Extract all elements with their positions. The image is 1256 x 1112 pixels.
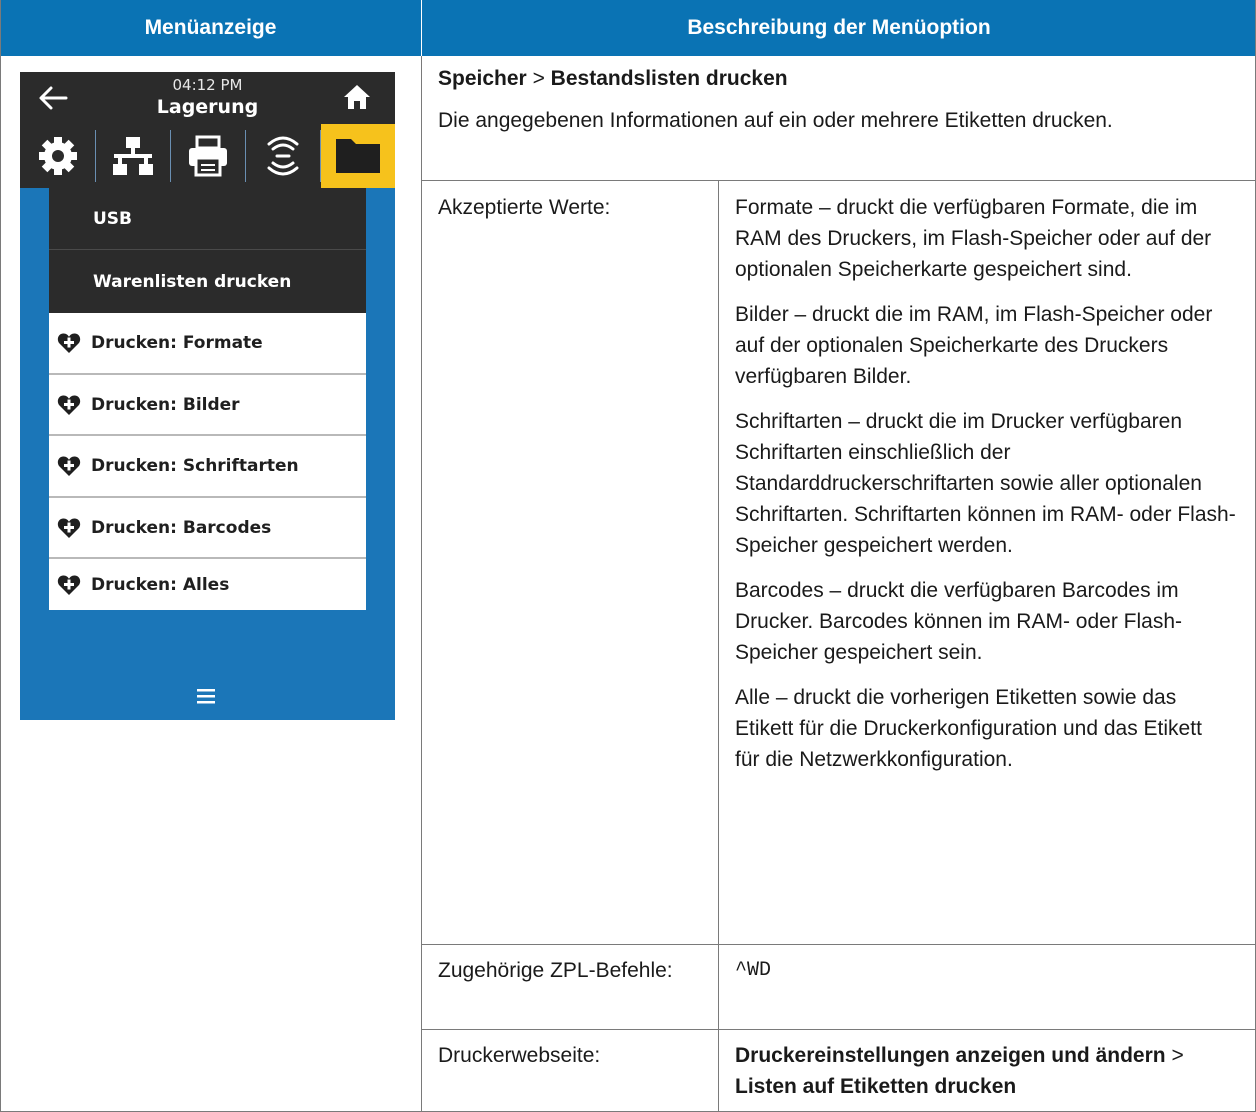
menu-item-usb[interactable]: USB [49,188,366,249]
device-time: 04:12 PM [172,76,243,94]
menu-item-label: USB [93,208,133,229]
accepted-value: Schriftarten – druckt die im Drucker ver… [735,410,1236,557]
tab-rfid[interactable] [246,124,320,188]
menu-item-print-barcodes[interactable]: Drucken: Barcodes [49,498,366,559]
device-screen-title: Lagerung [156,96,259,118]
menu-item-print-images[interactable]: Drucken: Bilder [49,375,366,436]
webpage-path-separator: > [1171,1044,1184,1067]
heart-plus-icon [57,574,81,595]
heart-plus-icon [57,517,81,538]
device-icon-bar [20,124,395,188]
network-icon [113,137,153,175]
accepted-values-label: Akzeptierte Werte: [438,196,611,219]
accepted-value: Barcodes – druckt die verfügbaren Barcod… [735,579,1182,664]
menu-item-label: Drucken: Barcodes [91,517,272,538]
table-border [421,1029,1256,1030]
tab-settings[interactable] [20,124,95,188]
menu-path-separator: > [532,67,545,90]
accepted-values-list: Formate – druckt die verfügbaren Formate… [735,192,1237,789]
menu-item-label: Drucken: Alles [91,574,230,595]
heart-plus-icon [57,394,81,415]
menu-path: Speicher > Bestandslisten drucken [438,62,1228,96]
header-menu-description-label: Beschreibung der Menüoption [687,16,991,39]
accepted-value: Bilder – druckt die im RAM, im Flash-Spe… [735,303,1213,388]
home-icon[interactable] [342,82,372,112]
tab-network[interactable] [96,124,170,188]
menu-item-label: Drucken: Formate [91,333,263,353]
device-title-bar: 04:12 PM Lagerung [20,72,395,124]
accepted-value: Formate – druckt die verfügbaren Formate… [735,196,1212,281]
printer-webpage-path: Druckereinstellungen anzeigen und ändern… [735,1040,1235,1102]
webpage-path-part: Druckereinstellungen anzeigen und ändern [735,1044,1166,1067]
tab-print[interactable] [171,124,245,188]
tab-storage[interactable] [321,124,395,188]
menu-description: Die angegebenen Informationen auf ein od… [438,109,1113,132]
rfid-icon [267,136,299,176]
header-menu-display: Menüanzeige [0,0,421,56]
menu-item-print-fonts[interactable]: Drucken: Schriftarten [49,436,366,498]
menu-item-label: Drucken: Bilder [91,394,240,415]
table-border [0,0,1,1112]
webpage-path-part: Listen auf Etiketten drucken [735,1075,1017,1098]
heart-plus-icon [57,456,81,476]
menu-item-print-formats[interactable]: Drucken: Formate [49,313,366,375]
printer-icon [189,135,227,177]
menu-path-part: Bestandslisten drucken [550,67,788,90]
table-border [421,56,422,1112]
printer-webpage-label: Druckerwebseite: [438,1044,601,1067]
folder-icon [336,139,380,173]
menu-item-print-lists[interactable]: Warenlisten drucken [49,250,366,313]
table-border [421,944,1256,945]
menu-item-label: Drucken: Schriftarten [91,456,299,476]
device-menu-list: USB Warenlisten drucken Drucken: Formate… [49,188,366,610]
accepted-value: Alle – druckt die vorherigen Etiketten s… [735,686,1202,771]
table-border [718,180,719,1112]
table-border [421,180,1256,181]
zpl-command-value: ^WD [735,959,772,982]
header-menu-display-label: Menüanzeige [144,16,277,39]
menu-item-print-all[interactable]: Drucken: Alles [49,559,366,610]
gear-icon [38,137,77,175]
header-menu-description: Beschreibung der Menüoption [422,0,1256,56]
menu-path-part: Speicher [438,67,527,90]
zpl-commands-label: Zugehörige ZPL-Befehle: [438,959,673,982]
hamburger-menu-icon[interactable] [188,685,224,707]
heart-plus-icon [57,333,81,353]
device-screen: 04:12 PM Lagerung USB Warenlisten drucke… [20,72,395,720]
menu-item-label: Warenlisten drucken [93,271,292,292]
